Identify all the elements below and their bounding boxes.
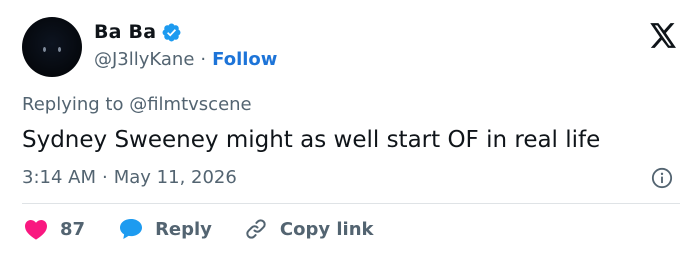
tweet-date: May 11, 2026 [113,167,237,188]
follow-button[interactable]: Follow [212,49,277,70]
tweet-text: Sydney Sweeney might as well start OF in… [22,127,601,153]
tweet-time: 3:14 AM [22,167,96,188]
replying-to: Replying to @filmtvscene [22,94,252,115]
tweet-timestamp[interactable]: 3:14 AM · May 11, 2026 [22,167,237,188]
avatar-eye [43,47,46,52]
reply-mention-link[interactable]: @filmtvscene [129,94,251,115]
reply-button[interactable]: Reply [119,218,212,240]
handle-separator: · [200,49,207,70]
verified-badge-icon [162,23,181,41]
reply-bubble-icon [120,219,143,239]
author-handle[interactable]: @J3llyKane [94,49,194,70]
replying-prefix: Replying to [22,94,124,115]
like-count: 87 [60,218,86,240]
info-icon[interactable] [651,167,673,189]
divider [22,203,680,204]
copy-link-label: Copy link [279,218,374,240]
tweet-actions: 87 Reply Copy link [24,216,374,242]
copy-link-button[interactable]: Copy link [244,217,374,241]
heart-icon [25,220,47,240]
avatar[interactable] [22,17,82,77]
timestamp-separator: · [102,167,108,188]
avatar-eye [58,47,61,52]
like-button[interactable]: 87 [24,218,85,240]
author-display-name[interactable]: Ba Ba [94,21,156,43]
author-name-row: Ba Ba [94,21,182,43]
reply-label: Reply [155,218,212,240]
link-icon [246,219,266,239]
author-handle-row: @J3llyKane · Follow [94,49,277,70]
x-logo-icon[interactable] [650,23,677,48]
